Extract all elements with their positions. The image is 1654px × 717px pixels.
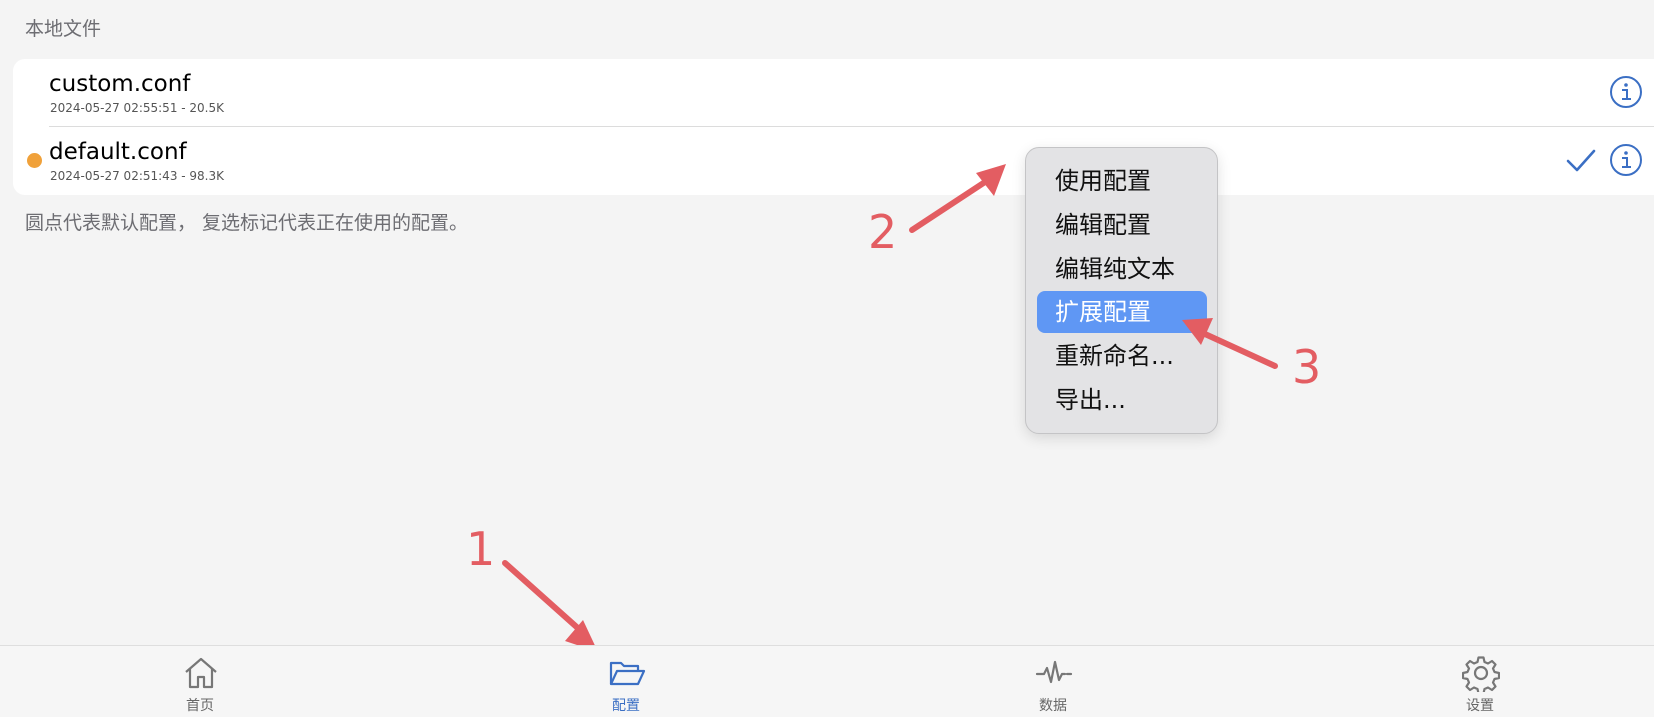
tab-config[interactable]: 配置 <box>566 646 686 717</box>
menu-item-extend-config[interactable]: 扩展配置 <box>1037 291 1207 333</box>
tab-label: 首页 <box>186 698 214 714</box>
footer-note: 圆点代表默认配置， 复选标记代表正在使用的配置。 <box>25 212 469 234</box>
context-menu: 使用配置 编辑配置 编辑纯文本 扩展配置 重新命名... 导出... <box>1025 147 1218 434</box>
house-icon <box>185 657 217 689</box>
annotation-3: 3 <box>1292 340 1322 394</box>
file-name: default.conf <box>49 139 187 165</box>
default-dot-icon <box>27 153 42 168</box>
file-meta: 2024-05-27 02:55:51 - 20.5K <box>50 101 224 115</box>
menu-item-edit-config[interactable]: 编辑配置 <box>1037 204 1207 246</box>
annotation-1: 1 <box>466 522 496 576</box>
file-name: custom.conf <box>49 71 191 97</box>
tab-label: 配置 <box>612 698 640 714</box>
file-row-default[interactable]: default.conf 2024-05-27 02:51:43 - 98.3K <box>13 127 1654 195</box>
waveform-icon <box>1035 660 1073 684</box>
tab-bar: 首页 配置 数据 设置 <box>0 645 1654 717</box>
tab-data[interactable]: 数据 <box>993 646 1113 717</box>
info-icon[interactable] <box>1609 75 1643 109</box>
tab-home[interactable]: 首页 <box>140 646 260 717</box>
file-meta: 2024-05-27 02:51:43 - 98.3K <box>50 169 224 183</box>
annotation-2: 2 <box>868 205 898 259</box>
folder-open-icon <box>609 661 646 686</box>
menu-item-rename[interactable]: 重新命名... <box>1037 335 1207 377</box>
tab-label: 设置 <box>1466 698 1494 714</box>
menu-item-use-config[interactable]: 使用配置 <box>1037 160 1207 202</box>
checkmark-icon <box>1566 149 1596 172</box>
gear-icon <box>1462 656 1500 692</box>
menu-item-export[interactable]: 导出... <box>1037 379 1207 421</box>
section-header: 本地文件 <box>25 18 102 40</box>
file-row-custom[interactable]: custom.conf 2024-05-27 02:55:51 - 20.5K <box>13 59 1654 127</box>
file-list: custom.conf 2024-05-27 02:55:51 - 20.5K … <box>13 59 1654 195</box>
arrow-1 <box>502 560 598 652</box>
menu-item-edit-plain-text[interactable]: 编辑纯文本 <box>1037 248 1207 290</box>
tab-settings[interactable]: 设置 <box>1420 646 1540 717</box>
tab-label: 数据 <box>1039 698 1067 714</box>
info-icon[interactable] <box>1609 143 1643 177</box>
